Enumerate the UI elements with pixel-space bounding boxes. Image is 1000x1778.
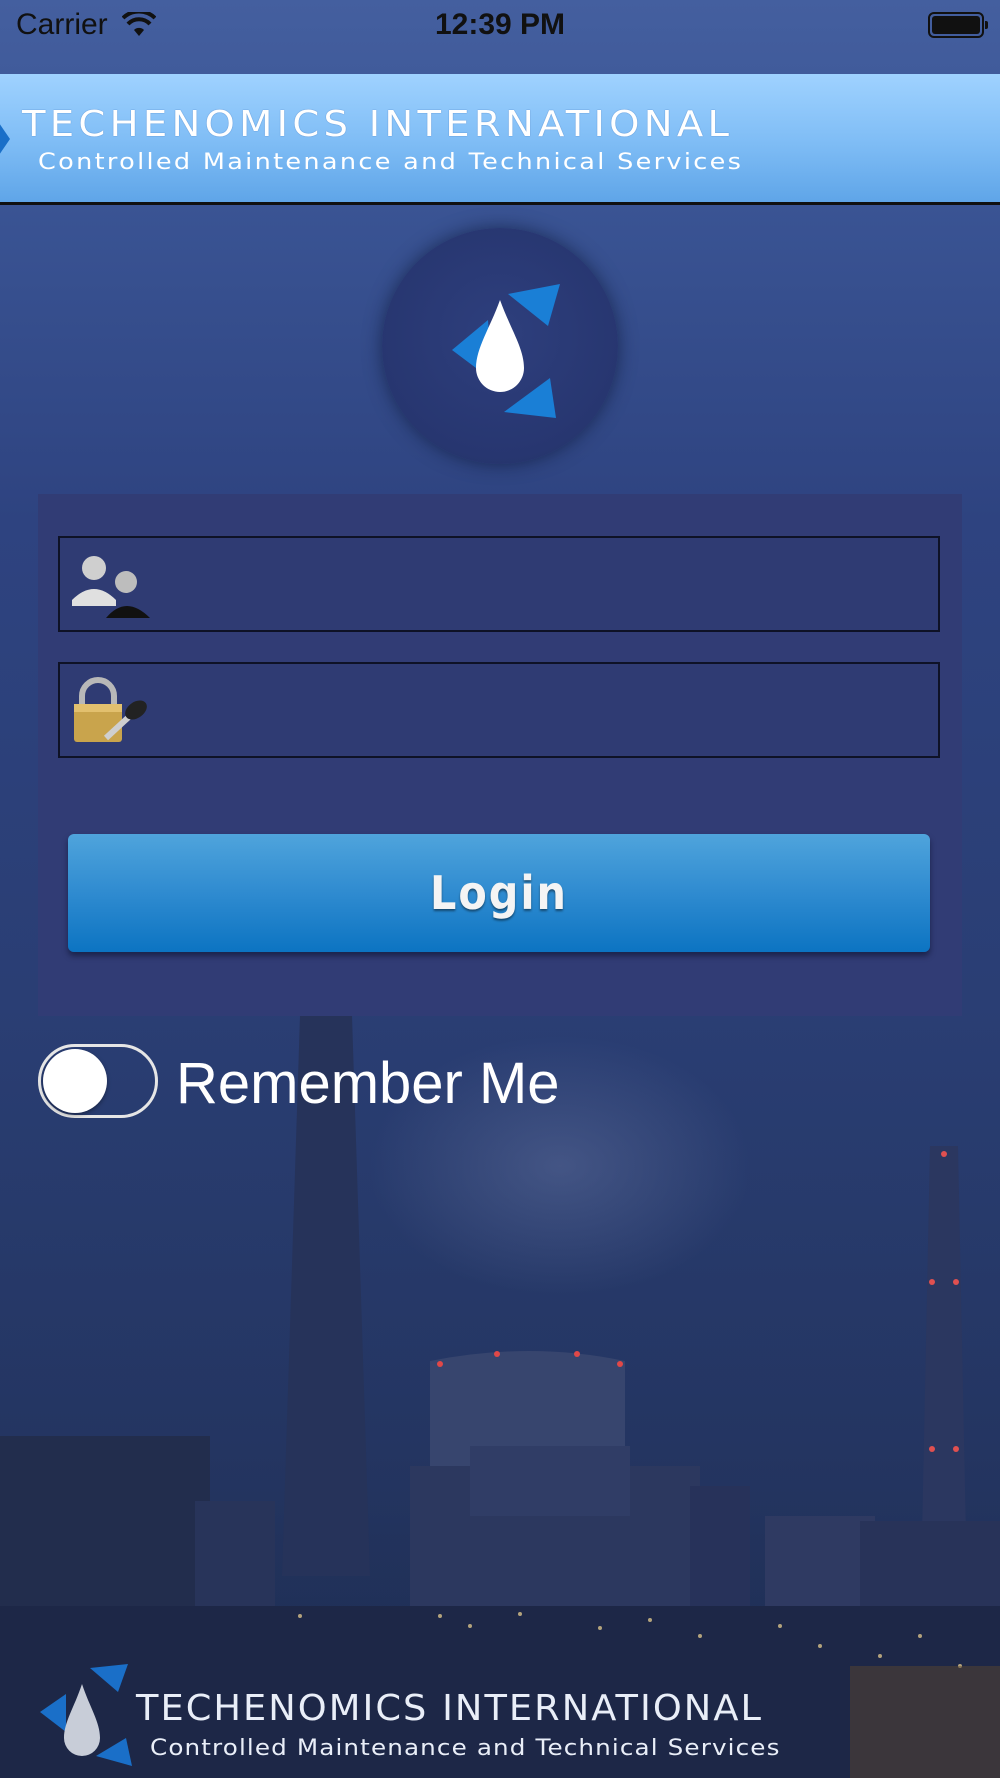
footer-logo-icon: [40, 1664, 132, 1766]
login-button[interactable]: Login: [68, 834, 930, 952]
app-logo-emblem: [382, 228, 618, 464]
password-field[interactable]: [58, 662, 940, 758]
status-bar: Carrier 12:39 PM: [0, 0, 1000, 74]
login-panel: Login: [38, 494, 962, 1016]
background-power-plant-image: [0, 1016, 1000, 1778]
password-input[interactable]: [170, 664, 934, 758]
toggle-knob: [43, 1049, 107, 1113]
user-icon: [72, 556, 150, 618]
remember-me-toggle[interactable]: [38, 1044, 158, 1118]
techenomics-logo: [452, 284, 560, 418]
username-field[interactable]: [58, 536, 940, 632]
clock: 12:39 PM: [434, 8, 566, 41]
banner-subtitle: Controlled Maintenance and Technical Ser…: [38, 150, 744, 175]
banner-title: TECHENOMICS INTERNATIONAL: [22, 104, 734, 145]
header-banner: TECHENOMICS INTERNATIONAL Controlled Mai…: [0, 74, 1000, 205]
lock-key-icon: [74, 677, 147, 742]
footer-title: TECHENOMICS INTERNATIONAL: [136, 1688, 763, 1729]
footer-subtitle: Controlled Maintenance and Technical Ser…: [150, 1736, 781, 1761]
remember-me-label: Remember Me: [176, 1051, 560, 1116]
username-input[interactable]: [170, 538, 934, 632]
battery-icon: [928, 12, 988, 38]
